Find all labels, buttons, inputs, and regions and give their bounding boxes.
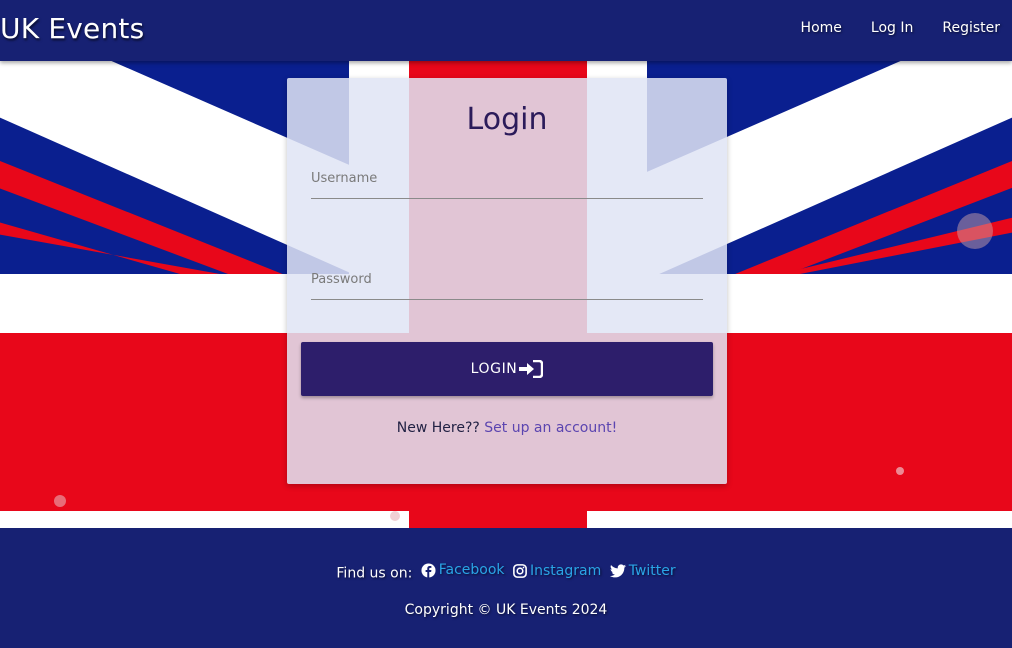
twitter-icon (609, 563, 626, 577)
login-title: Login (466, 102, 548, 137)
nav-login-link[interactable]: Log In (871, 20, 913, 36)
twitter-label: Twitter (628, 562, 676, 579)
nav-register-link[interactable]: Register (942, 20, 1000, 36)
copyright-text: Copyright © UK Events 2024 (404, 602, 608, 618)
twitter-link[interactable]: Twitter (606, 563, 676, 579)
sign-in-icon (519, 360, 544, 378)
signup-link[interactable]: Set up an account! (484, 420, 617, 436)
facebook-link[interactable]: Facebook (417, 562, 505, 578)
instagram-label: Instagram (530, 562, 602, 579)
login-button-label: LOGIN (470, 361, 518, 377)
instagram-link[interactable]: Instagram (509, 563, 601, 579)
facebook-icon (421, 562, 436, 578)
signup-prompt: New Here?? Set up an account! (287, 420, 727, 436)
signup-prompt-text: New Here?? (396, 420, 480, 436)
nav-home-link[interactable]: Home (801, 20, 842, 36)
instagram-icon (513, 563, 527, 578)
nav-links: Home Log In Register (772, 20, 1000, 36)
login-button[interactable]: LOGIN (301, 342, 713, 396)
password-input[interactable] (311, 259, 703, 300)
find-us-label: Find us on: (336, 565, 413, 582)
social-links: Find us on: Facebook Instagram Twitter (0, 562, 1012, 582)
brand-logo[interactable]: UK Events (0, 12, 144, 45)
username-input[interactable] (311, 158, 703, 199)
login-card: Login LOGIN New Here?? Set up an account… (287, 78, 727, 484)
navbar: UK Events Home Log In Register (0, 0, 1012, 61)
footer: Find us on: Facebook Instagram Twitter C… (0, 528, 1012, 648)
facebook-label: Facebook (438, 562, 505, 578)
